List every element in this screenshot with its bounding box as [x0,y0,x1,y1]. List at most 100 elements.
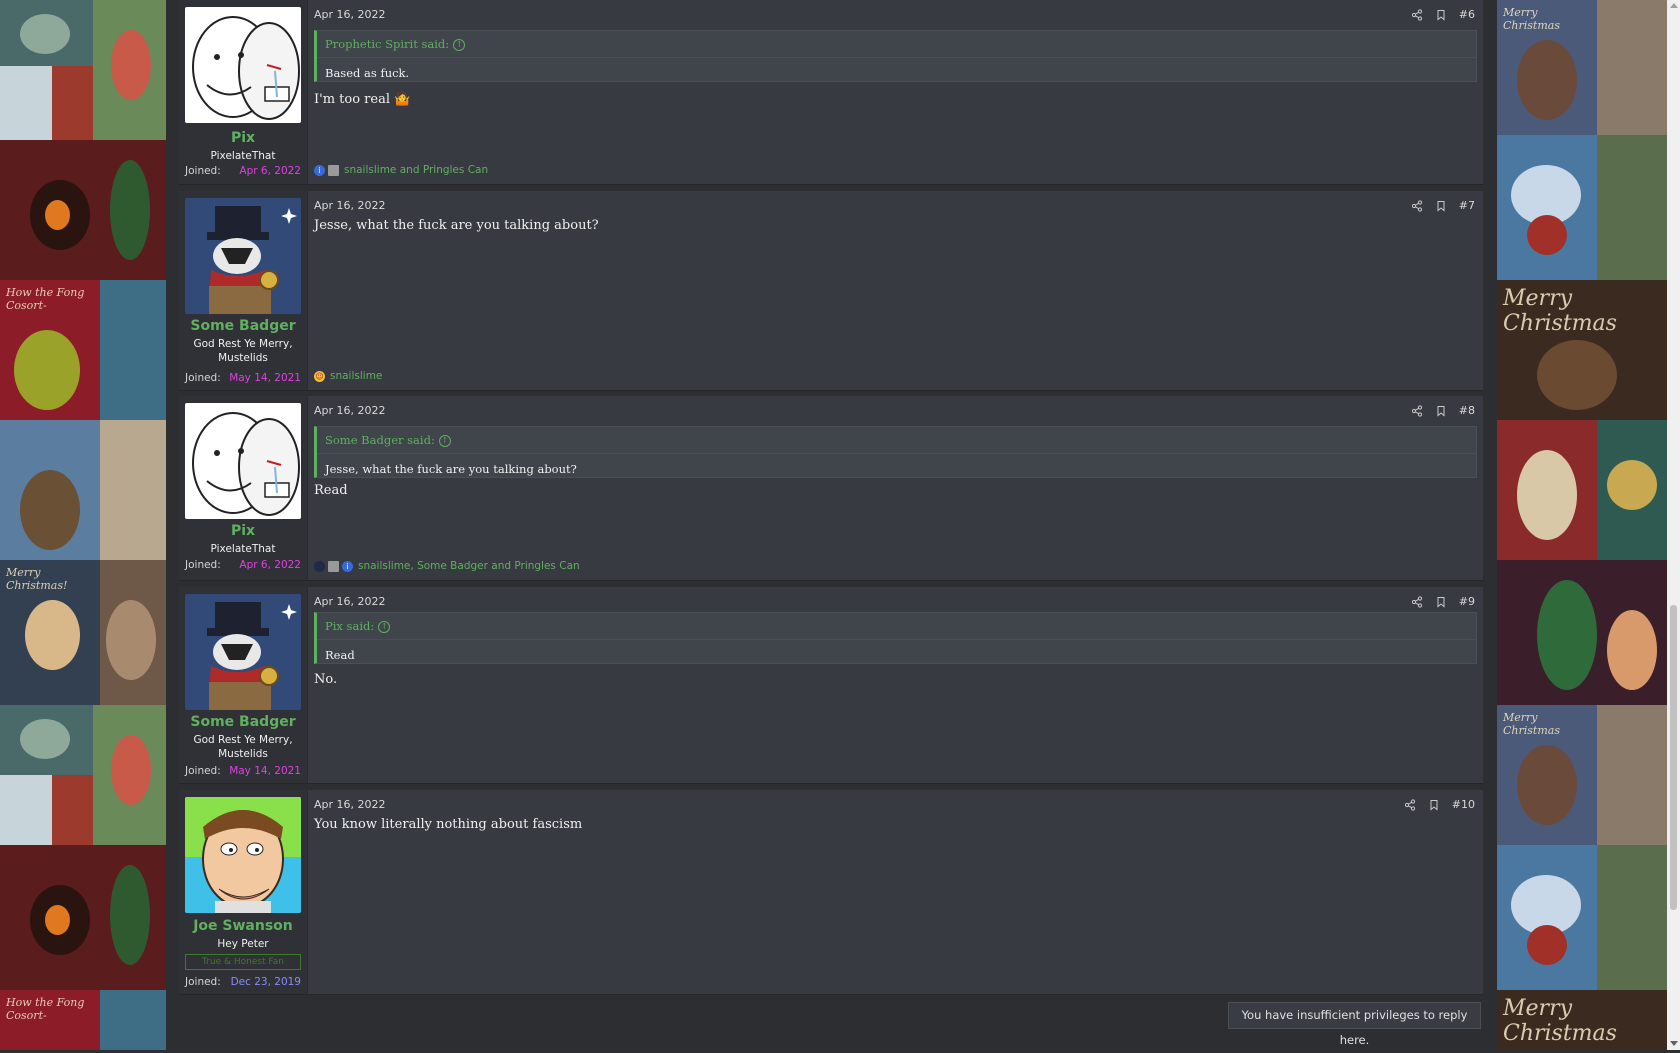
post-actions: #9 [1411,595,1475,608]
post-body: I'm too real 🤷 [314,92,411,107]
quote-author[interactable]: Pix said: [325,619,374,633]
joined-label: Joined: [185,372,221,384]
joined-info: Joined: Apr 6, 2022 [185,559,301,571]
post-content: Apr 16, 2022 #9 Pix said: ↑ Read No. [308,587,1483,783]
bookmark-icon[interactable] [1428,799,1440,811]
post-number[interactable]: #7 [1459,199,1475,212]
username[interactable]: Pix [179,523,307,539]
share-icon[interactable] [1404,798,1416,811]
joined-label: Joined: [185,165,221,177]
post-date[interactable]: Apr 16, 2022 [314,798,386,811]
reaction-users[interactable]: snailslime [330,370,382,382]
post-6: Pix PixelateThat Joined: Apr 6, 2022 Apr… [179,0,1483,185]
post-body: Jesse, what the fuck are you talking abo… [314,218,599,233]
post-number[interactable]: #6 [1459,8,1475,21]
quote-block: Pix said: ↑ Read [314,612,1477,664]
arrow-up-circle-icon[interactable]: ↑ [453,39,466,51]
bookmark-icon[interactable] [1435,405,1447,417]
post-date[interactable]: Apr 16, 2022 [314,404,386,417]
reaction-informative-icon: i [342,560,353,572]
username[interactable]: Pix [179,130,307,146]
post-content: Apr 16, 2022 #6 Prophetic Spirit said: ↑ … [308,0,1483,184]
user-title: Hey Peter [217,938,269,950]
share-icon[interactable] [1411,199,1423,212]
share-icon[interactable] [1411,595,1423,608]
arrow-up-circle-icon[interactable]: ↑ [378,621,391,633]
left-background-collage: How the Fong Cosort- Merry Christmas! Ho… [0,0,166,1050]
reactions-bar[interactable]: i snailslime, Some Badger and Pringles C… [314,560,580,572]
quote-block: Prophetic Spirit said: ↑ Based as fuck. [314,30,1477,82]
joined-date: May 14, 2021 [229,372,301,384]
post-user-info: Some Badger God Rest Ye Merry, Mustelids… [179,587,308,783]
reaction-autistic-icon [328,164,339,176]
reaction-informative-icon: i [314,164,325,176]
username[interactable]: Some Badger [179,318,307,334]
avatar[interactable] [185,594,301,710]
bookmark-icon[interactable] [1435,596,1447,608]
user-banner: True & Honest Fan [185,954,301,970]
avatar[interactable] [185,797,301,913]
post-body: You know literally nothing about fascism [314,817,583,832]
post-content: Apr 16, 2022 #8 Some Badger said: ↑ Jesse… [308,396,1483,580]
reaction-users[interactable]: snailslime and Pringles Can [344,164,488,176]
joined-label: Joined: [185,765,221,777]
post-8: Pix PixelateThat Joined: Apr 6, 2022 Apr… [179,396,1483,581]
bookmark-icon[interactable] [1435,200,1447,212]
page-scrollbar[interactable] [1667,0,1680,1050]
joined-date: Dec 23, 2019 [230,976,301,988]
post-number[interactable]: #8 [1459,404,1475,417]
quote-author[interactable]: Some Badger said: [325,433,435,447]
joined-info: Joined: May 14, 2021 [185,765,301,777]
post-user-info: Pix PixelateThat Joined: Apr 6, 2022 [179,396,308,580]
reactions-bar[interactable]: ☺ snailslime [314,370,382,382]
post-10: Joe Swanson Hey Peter True & Honest Fan … [179,790,1483,995]
username[interactable]: Joe Swanson [179,918,307,934]
right-background-collage: Merry Christmas Merry Christmas Merry Ch… [1497,0,1667,1050]
username[interactable]: Some Badger [179,714,307,730]
post-actions: #10 [1404,798,1475,811]
reaction-users[interactable]: snailslime, Some Badger and Pringles Can [358,560,580,572]
post-9: Some Badger God Rest Ye Merry, Mustelids… [179,587,1483,784]
quote-text: Based as fuck. [317,57,1476,88]
post-date[interactable]: Apr 16, 2022 [314,595,386,608]
post-7: Some Badger God Rest Ye Merry, Mustelids… [179,191,1483,391]
post-content: Apr 16, 2022 #10 You know literally noth… [308,790,1483,994]
reply-permission-notice: You have insufficient privileges to repl… [1228,1002,1481,1047]
joined-date: Apr 6, 2022 [239,165,301,177]
joined-date: May 14, 2021 [229,765,301,777]
avatar[interactable] [185,7,301,123]
scroll-up-arrow-icon[interactable] [1670,3,1678,8]
post-number[interactable]: #9 [1459,595,1475,608]
share-icon[interactable] [1411,8,1423,21]
post-user-info: Joe Swanson Hey Peter True & Honest Fan … [179,790,308,994]
quote-text: Jesse, what the fuck are you talking abo… [317,453,1476,484]
scrollbar-thumb[interactable] [1670,605,1677,910]
joined-label: Joined: [185,976,221,988]
user-title: God Rest Ye Merry, Mustelids [193,338,293,364]
post-content: Apr 16, 2022 #7 Jesse, what the fuck are… [308,191,1483,390]
user-title: God Rest Ye Merry, Mustelids [193,734,293,760]
avatar[interactable] [185,198,301,314]
joined-info: Joined: Apr 6, 2022 [185,165,301,177]
reactions-bar[interactable]: i snailslime and Pringles Can [314,164,488,176]
post-number[interactable]: #10 [1452,798,1475,811]
thread-main-column: Pix PixelateThat Joined: Apr 6, 2022 Apr… [166,0,1497,1050]
bookmark-icon[interactable] [1435,9,1447,21]
avatar[interactable] [185,403,301,519]
joined-label: Joined: [185,559,221,571]
share-icon[interactable] [1411,404,1423,417]
scroll-down-arrow-icon[interactable] [1670,1041,1678,1046]
post-date[interactable]: Apr 16, 2022 [314,8,386,21]
post-date[interactable]: Apr 16, 2022 [314,199,386,212]
post-actions: #7 [1411,199,1475,212]
reaction-clown-icon: ☺ [314,370,325,382]
quote-block: Some Badger said: ↑ Jesse, what the fuck … [314,426,1477,478]
post-body: Read [314,483,348,498]
post-user-info: Some Badger God Rest Ye Merry, Mustelids… [179,191,308,390]
user-title: PixelateThat [210,150,276,162]
quote-text: Read [317,639,1476,670]
post-actions: #6 [1411,8,1475,21]
quote-author[interactable]: Prophetic Spirit said: [325,37,449,51]
arrow-up-circle-icon[interactable]: ↑ [438,435,451,447]
post-user-info: Pix PixelateThat Joined: Apr 6, 2022 [179,0,308,184]
